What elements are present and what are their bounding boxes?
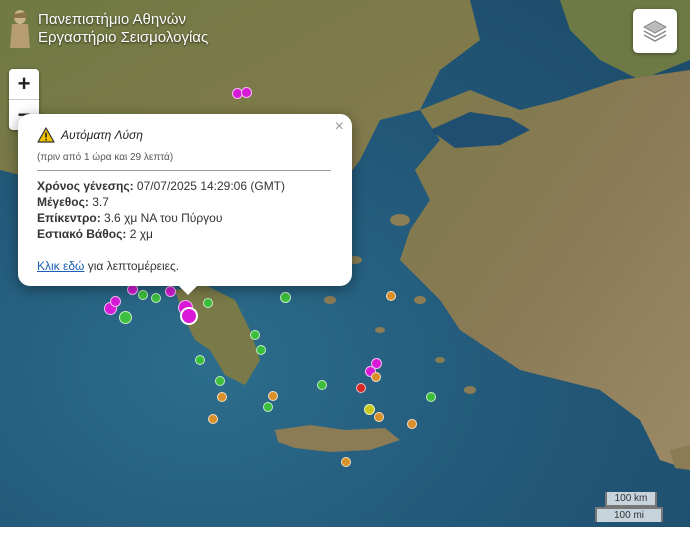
quake-marker[interactable] — [356, 383, 366, 393]
layers-button[interactable] — [633, 9, 677, 53]
scale-km: 100 km — [605, 492, 657, 507]
quake-marker[interactable] — [371, 372, 381, 382]
details-link-suffix: για λεπτομέρειες. — [87, 259, 180, 273]
quake-marker[interactable] — [208, 414, 218, 424]
zoom-in-button[interactable]: + — [9, 69, 39, 99]
quake-marker[interactable] — [317, 380, 327, 390]
quake-marker[interactable] — [386, 291, 396, 301]
quake-marker[interactable] — [268, 391, 278, 401]
quake-marker[interactable] — [119, 311, 132, 324]
brand-title-line2: Εργαστήριο Σεισμολογίας — [38, 29, 209, 46]
quake-marker-selected[interactable] — [180, 307, 198, 325]
popup-details: Χρόνος γένεσης: 07/07/2025 14:29:06 (GMT… — [37, 178, 285, 242]
quake-marker[interactable] — [138, 290, 148, 300]
warning-icon — [37, 127, 55, 143]
depth-value: 2 χμ — [129, 227, 153, 241]
quake-marker[interactable] — [151, 293, 161, 303]
quake-marker[interactable] — [195, 355, 205, 365]
epicenter-label: Επίκεντρο: — [37, 211, 101, 225]
epicenter-value: 3.6 χμ ΝΑ του Πύργου — [104, 211, 223, 225]
origin-time-value: 07/07/2025 14:29:06 (GMT) — [136, 179, 286, 193]
university-logo-icon — [10, 10, 30, 48]
quake-marker[interactable] — [217, 392, 227, 402]
earthquake-popup: × Αυτόματη Λύση (πριν από 1 ώρα και 29 λ… — [18, 114, 352, 295]
quake-marker[interactable] — [426, 392, 436, 402]
depth-label: Εστιακό Βάθος: — [37, 227, 127, 241]
details-link[interactable]: Κλικ εδώ — [37, 259, 84, 273]
popup-divider — [37, 170, 331, 171]
popup-elapsed-time: (πριν από 1 ώρα και 29 λεπτά) — [37, 152, 174, 163]
origin-time-label: Χρόνος γένεσης: — [37, 179, 134, 193]
quake-marker[interactable] — [110, 296, 121, 307]
quake-marker[interactable] — [364, 404, 375, 415]
quake-marker[interactable] — [203, 298, 213, 308]
quake-marker[interactable] — [263, 402, 273, 412]
quake-marker[interactable] — [280, 292, 291, 303]
scale-mi: 100 mi — [595, 507, 663, 522]
brand-title-line1: Πανεπιστήμιο Αθηνών — [38, 11, 186, 28]
quake-marker[interactable] — [341, 457, 351, 467]
quake-marker[interactable] — [241, 87, 252, 98]
magnitude-value: 3.7 — [92, 195, 109, 209]
popup-title: Αυτόματη Λύση — [61, 128, 143, 142]
quake-marker[interactable] — [374, 412, 384, 422]
quake-marker[interactable] — [250, 330, 260, 340]
scale-bar: 100 km 100 mi — [595, 492, 663, 522]
details-line: Κλικ εδώ για λεπτομέρειες. — [37, 259, 179, 273]
layers-icon — [642, 20, 668, 42]
brand-header: Πανεπιστήμιο Αθηνών Εργαστήριο Σεισμολογ… — [8, 8, 208, 50]
quake-marker[interactable] — [215, 376, 225, 386]
quake-marker[interactable] — [165, 286, 176, 297]
quake-marker[interactable] — [407, 419, 417, 429]
magnitude-label: Μέγεθος: — [37, 195, 89, 209]
quake-marker[interactable] — [256, 345, 266, 355]
popup-close-button[interactable]: × — [335, 118, 344, 136]
